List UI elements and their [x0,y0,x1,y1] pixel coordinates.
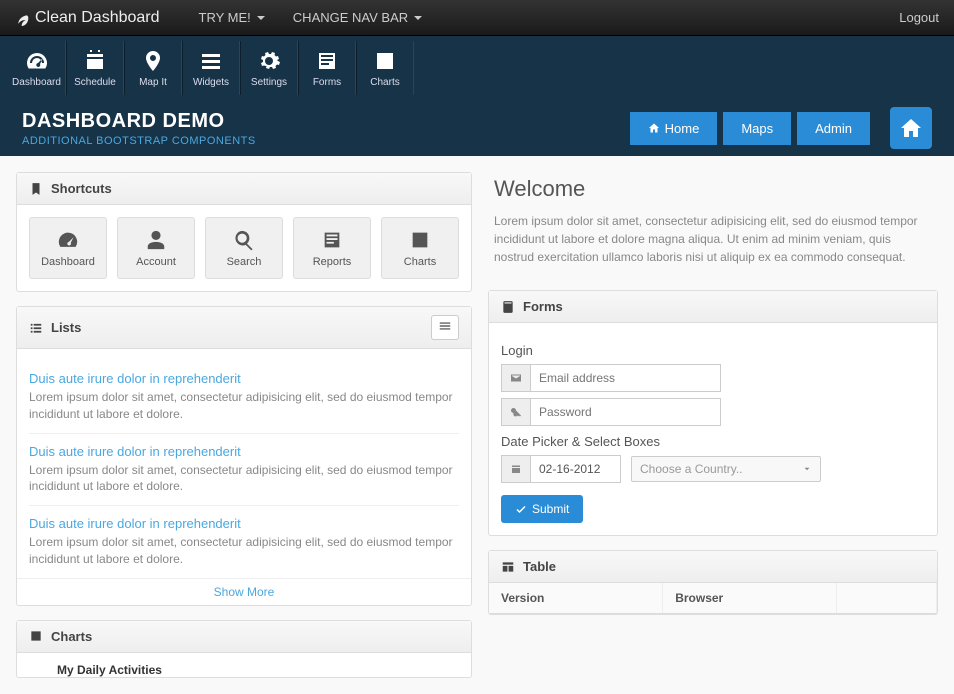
calendar-icon [83,49,107,73]
home-icon [648,122,660,134]
tab-maps[interactable]: Maps [723,112,791,145]
welcome-title: Welcome [494,176,932,202]
iconbar: Dashboard Schedule Map It Widgets Settin… [0,36,954,100]
tabs: Home Maps Admin [630,112,870,145]
password-input[interactable] [531,398,721,426]
sc-search[interactable]: Search [205,217,283,279]
sc-dashboard[interactable]: Dashboard [29,217,107,279]
list-link[interactable]: Duis aute irure dolor in reprehenderit [29,371,459,386]
table-title: Table [523,559,556,574]
gauge-icon [25,49,49,73]
cogs-icon [257,49,281,73]
tryme-dropdown[interactable]: TRY ME! [185,10,279,25]
page-subtitle: ADDITIONAL BOOTSTRAP COMPONENTS [22,135,630,147]
lists-panel: Lists Duis aute irure dolor in reprehend… [16,306,472,606]
marker-icon [141,49,165,73]
gauge-icon [57,229,79,251]
changenav-dropdown[interactable]: CHANGE NAV BAR [279,10,436,25]
submit-button[interactable]: Submit [501,495,583,523]
country-select[interactable]: Choose a Country.. [631,456,821,482]
titlebar: DASHBOARD DEMO ADDITIONAL BOOTSTRAP COMP… [0,100,954,156]
nav-mapit[interactable]: Map It [124,41,182,95]
sc-account[interactable]: Account [117,217,195,279]
chart-icon [409,229,431,251]
tab-admin[interactable]: Admin [797,112,870,145]
email-icon [501,364,531,392]
nav-dashboard[interactable]: Dashboard [8,41,66,95]
shortcuts-title: Shortcuts [51,181,112,196]
welcome-block: Welcome Lorem ipsum dolor sit amet, cons… [488,172,938,276]
home-button[interactable] [890,107,932,149]
list-link[interactable]: Duis aute irure dolor in reprehenderit [29,444,459,459]
key-icon [501,398,531,426]
list-link[interactable]: Duis aute irure dolor in reprehenderit [29,516,459,531]
list-item: Duis aute irure dolor in reprehenderitLo… [29,361,459,434]
date-section-label: Date Picker & Select Boxes [501,434,925,449]
nav-schedule[interactable]: Schedule [66,41,124,95]
col-version: Version [489,583,663,613]
forms-panel: Forms Login Date Picker & Select Boxes C… [488,290,938,536]
check-icon [515,503,527,515]
date-input[interactable] [531,455,621,483]
charts-panel: Charts My Daily Activities [16,620,472,678]
chart-subtitle: My Daily Activities [17,653,471,677]
list-item: Duis aute irure dolor in reprehenderitLo… [29,506,459,578]
show-more-link[interactable]: Show More [17,578,471,605]
shortcuts-panel: Shortcuts Dashboard Account Search Repor… [16,172,472,292]
forms-title: Forms [523,299,563,314]
bookmark-icon [29,182,43,196]
topbar: Clean Dashboard TRY ME! CHANGE NAV BAR L… [0,0,954,36]
user-icon [145,229,167,251]
home-icon [899,116,923,140]
brand[interactable]: Clean Dashboard [15,9,160,27]
col-browser: Browser [663,583,837,613]
book-icon [501,300,515,314]
topnav: TRY ME! CHANGE NAV BAR [185,10,437,25]
charts-title: Charts [51,629,92,644]
table-icon [501,560,515,574]
calendar-icon [501,455,531,483]
menu-icon [438,319,452,333]
logout-link[interactable]: Logout [899,10,939,25]
sc-charts[interactable]: Charts [381,217,459,279]
widgets-icon [199,49,223,73]
table-panel: Table Version Browser [488,550,938,615]
leaf-icon [15,10,31,26]
form-icon [315,49,339,73]
nav-settings[interactable]: Settings [240,41,298,95]
chart-icon [373,49,397,73]
tab-home[interactable]: Home [630,112,718,145]
nav-charts[interactable]: Charts [356,41,414,95]
page-title: DASHBOARD DEMO [22,110,630,133]
sc-reports[interactable]: Reports [293,217,371,279]
chevron-down-icon [802,464,812,474]
brand-text: Clean Dashboard [35,9,160,27]
lists-menu-toggle[interactable] [431,315,459,340]
list-item: Duis aute irure dolor in reprehenderitLo… [29,434,459,507]
report-icon [321,229,343,251]
chart-icon [29,629,43,643]
search-icon [233,229,255,251]
welcome-body: Lorem ipsum dolor sit amet, consectetur … [494,212,932,266]
login-label: Login [501,343,925,358]
table-header: Version Browser [489,583,937,614]
email-input[interactable] [531,364,721,392]
lists-title: Lists [51,320,81,335]
nav-widgets[interactable]: Widgets [182,41,240,95]
nav-forms[interactable]: Forms [298,41,356,95]
list-icon [29,321,43,335]
